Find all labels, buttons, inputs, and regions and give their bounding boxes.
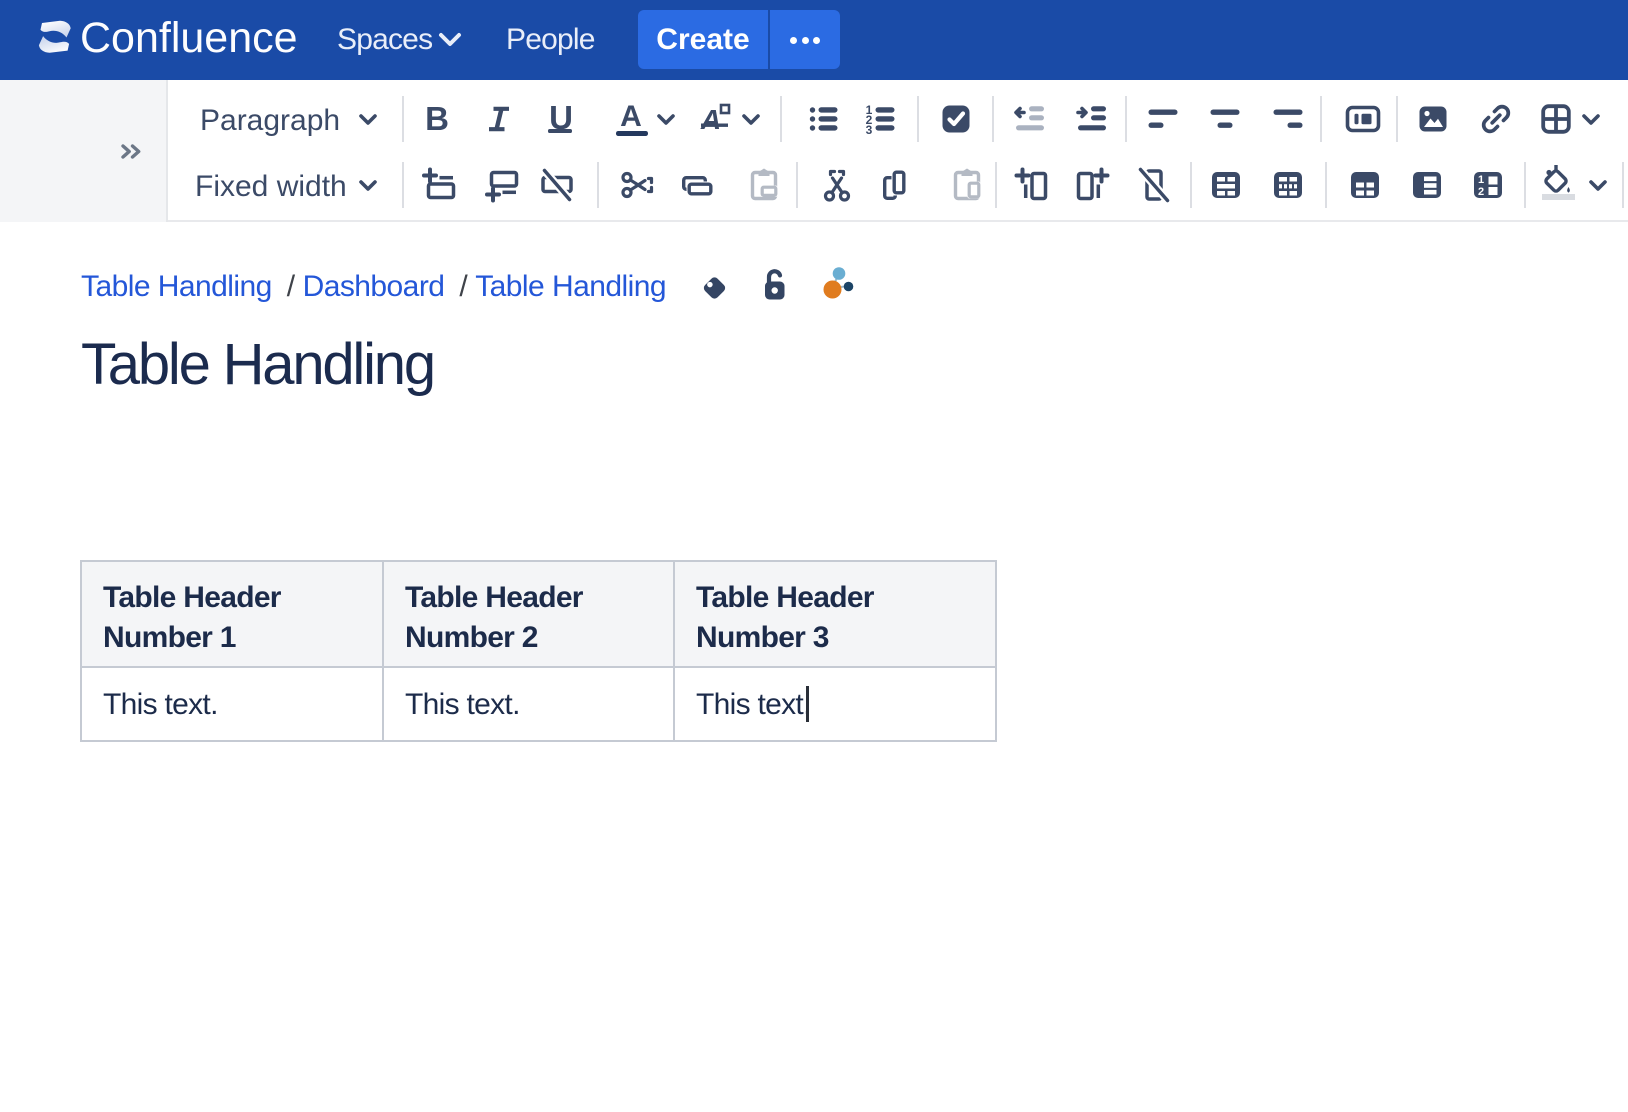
svg-text:3: 3: [866, 123, 873, 137]
svg-text:2: 2: [1478, 186, 1484, 198]
svg-text:A: A: [700, 104, 721, 135]
svg-text:1: 1: [1478, 174, 1484, 186]
